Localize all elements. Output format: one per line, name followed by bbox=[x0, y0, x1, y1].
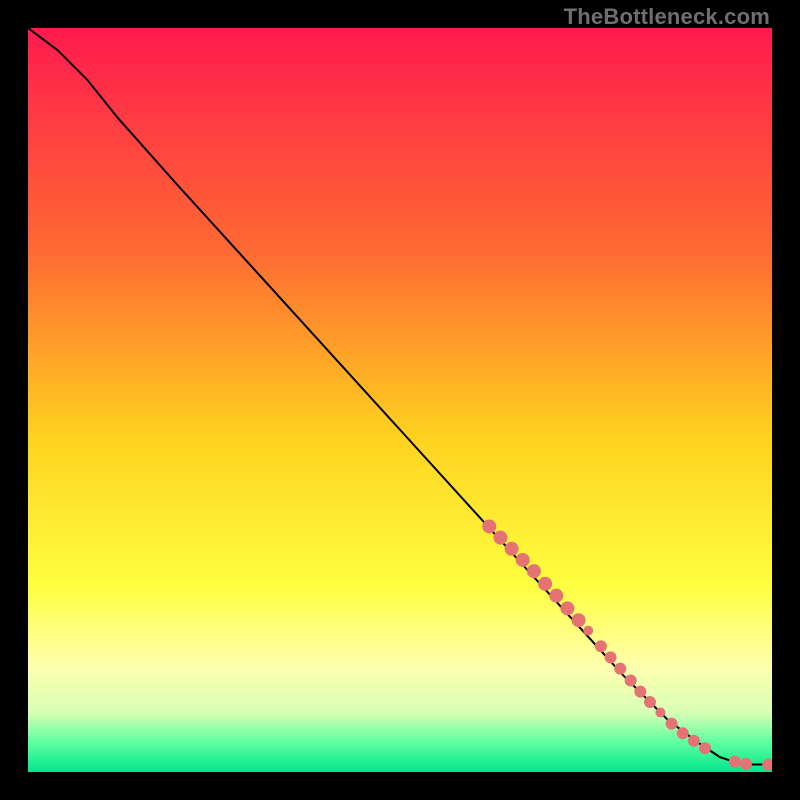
marker-dot bbox=[572, 613, 586, 627]
marker-dot bbox=[688, 735, 700, 747]
marker-dot bbox=[549, 589, 563, 603]
plot-area bbox=[28, 28, 772, 772]
marker-dot bbox=[625, 674, 637, 686]
marker-dot bbox=[505, 542, 519, 556]
chart-svg bbox=[28, 28, 772, 772]
chart-frame: TheBottleneck.com bbox=[0, 0, 800, 800]
marker-dot bbox=[493, 531, 507, 545]
marker-dot bbox=[634, 686, 646, 698]
marker-dot bbox=[527, 564, 541, 578]
gradient-background bbox=[28, 28, 772, 772]
marker-dot bbox=[655, 707, 665, 717]
watermark-text: TheBottleneck.com bbox=[564, 4, 770, 30]
marker-dot bbox=[595, 640, 607, 652]
marker-dot bbox=[605, 651, 617, 663]
marker-dot bbox=[560, 601, 574, 615]
marker-dot bbox=[538, 577, 552, 591]
marker-dot bbox=[666, 718, 678, 730]
marker-dot bbox=[583, 626, 593, 636]
marker-dot bbox=[482, 519, 496, 533]
marker-dot bbox=[614, 663, 626, 675]
marker-dot bbox=[729, 756, 741, 768]
marker-dot bbox=[516, 553, 530, 567]
marker-dot bbox=[699, 742, 711, 754]
marker-dot bbox=[740, 758, 752, 770]
marker-dot bbox=[644, 696, 656, 708]
marker-dot bbox=[677, 727, 689, 739]
